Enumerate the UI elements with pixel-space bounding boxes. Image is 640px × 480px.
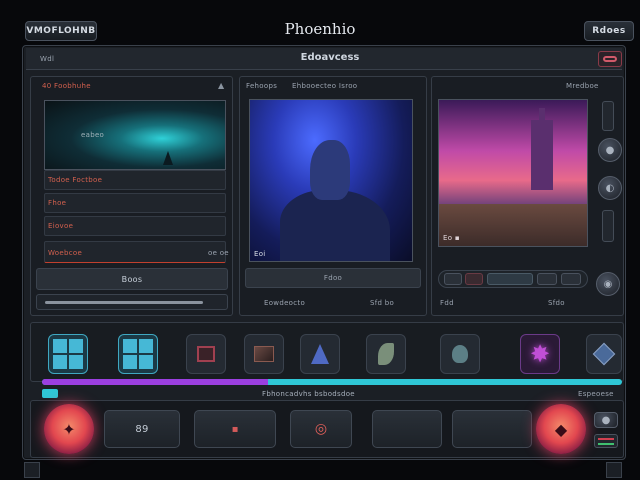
center-artwork[interactable]: Eoi: [249, 99, 413, 262]
pad-label: ▪: [231, 423, 239, 435]
center-footer-right: Sfd bo: [370, 299, 395, 307]
toolbar-title: Edoavcess: [300, 52, 360, 63]
sparkle-icon: ✦: [62, 419, 76, 439]
knob-button[interactable]: ●: [598, 138, 622, 162]
wizard-hat-icon[interactable]: [300, 334, 340, 374]
pad-button[interactable]: [452, 410, 532, 448]
progress-center-label: Fbhoncadvhs bsbodsdoe: [262, 390, 355, 398]
film-icon[interactable]: [186, 334, 226, 374]
transport-button[interactable]: [487, 273, 533, 285]
knob-button[interactable]: ◐: [598, 176, 622, 200]
center-panel-header: Fehoops: [246, 82, 278, 90]
pad-button[interactable]: [372, 410, 442, 448]
grid-glyph: [53, 339, 83, 369]
progress-track[interactable]: [42, 379, 622, 385]
right-panel-header: Mredboe: [566, 82, 599, 90]
left-panel-collapse-icon[interactable]: ▲: [218, 81, 224, 90]
progress-left-badge: [42, 389, 58, 398]
left-preview[interactable]: eabeo: [44, 100, 226, 170]
center-footer-left: Eowdeocto: [264, 299, 306, 307]
transport-button[interactable]: [444, 273, 462, 285]
right-title-button[interactable]: Rdoes: [584, 21, 634, 41]
list-item-label: Woebcoe: [48, 249, 83, 257]
list-item-label: Eiovoe: [48, 222, 74, 230]
left-corner-handle: [24, 462, 40, 478]
rock-shape: [280, 190, 390, 261]
left-title-button[interactable]: VMOFLOHNB: [25, 21, 97, 41]
list-item-label: Todoe Foctboe: [48, 176, 103, 184]
creature-shape: [310, 140, 350, 200]
right-footer-right: Sfdo: [548, 299, 565, 307]
toolbar-action-button[interactable]: [598, 51, 622, 67]
pad-button[interactable]: ▪: [194, 410, 276, 448]
left-panel-header: 40 Foobhuhe: [42, 82, 91, 90]
vertical-slider-top[interactable]: [602, 101, 614, 131]
list-item-value: oe oe: [208, 249, 229, 257]
star-burst-icon[interactable]: ✸: [520, 334, 560, 374]
deck-toggle[interactable]: [594, 434, 618, 448]
right-image-tag: Eo ▪: [443, 234, 460, 242]
transport-button[interactable]: [537, 273, 557, 285]
link-icon: [603, 56, 617, 62]
left-panel-button[interactable]: Boos: [36, 268, 228, 290]
progress-right-label: Espeoese: [578, 390, 614, 398]
right-footer-left: Fdd: [440, 299, 454, 307]
sparkle-icon: ◆: [554, 419, 568, 439]
right-power-knob[interactable]: ◉: [596, 272, 620, 296]
slider-track: [45, 301, 203, 304]
center-field-label: Fdoo: [323, 274, 343, 282]
preview-caption: eabeo: [81, 131, 105, 139]
transport-button[interactable]: [561, 273, 581, 285]
figure-icon: [163, 151, 173, 165]
window-title: Phoenhio: [284, 20, 356, 38]
castle-tower: [539, 108, 545, 122]
toolbar-left-label: Wdl: [40, 55, 55, 63]
grid-window-icon[interactable]: [48, 334, 88, 374]
pad-button[interactable]: 89: [104, 410, 180, 448]
pad-label: 89: [135, 423, 149, 435]
left-panel-button-label: Boos: [121, 274, 143, 284]
screen-icon[interactable]: [244, 334, 284, 374]
transport-button[interactable]: [465, 273, 483, 285]
grid-glyph: [123, 339, 153, 369]
left-play-button[interactable]: ✦: [44, 404, 94, 454]
vertical-slider-bottom[interactable]: [602, 210, 614, 242]
ground-shape: [439, 204, 587, 246]
center-field[interactable]: Fdoo: [245, 268, 421, 288]
toggle-indicator: [598, 438, 614, 440]
grid-window-icon[interactable]: [118, 334, 158, 374]
pad-button[interactable]: ◎: [290, 410, 352, 448]
list-item[interactable]: [44, 193, 226, 213]
toggle-indicator: [598, 443, 614, 445]
gem-icon[interactable]: [586, 334, 622, 374]
left-panel-slider[interactable]: [36, 294, 228, 310]
right-record-button[interactable]: ◆: [536, 404, 586, 454]
right-artwork[interactable]: Eo ▪: [438, 99, 588, 247]
castle-shape: [531, 120, 553, 190]
leaf-icon[interactable]: [366, 334, 406, 374]
deck-small-button[interactable]: ●: [594, 412, 618, 428]
progress-fill: [42, 379, 269, 385]
pad-label: ◎: [314, 421, 328, 437]
alien-icon[interactable]: [440, 334, 480, 374]
center-panel-header-right: Ehbooecteo Isroo: [292, 82, 358, 90]
list-item-label: Fhoe: [48, 199, 67, 207]
right-corner-handle: [606, 462, 622, 478]
center-image-tag: Eoi: [254, 250, 266, 258]
